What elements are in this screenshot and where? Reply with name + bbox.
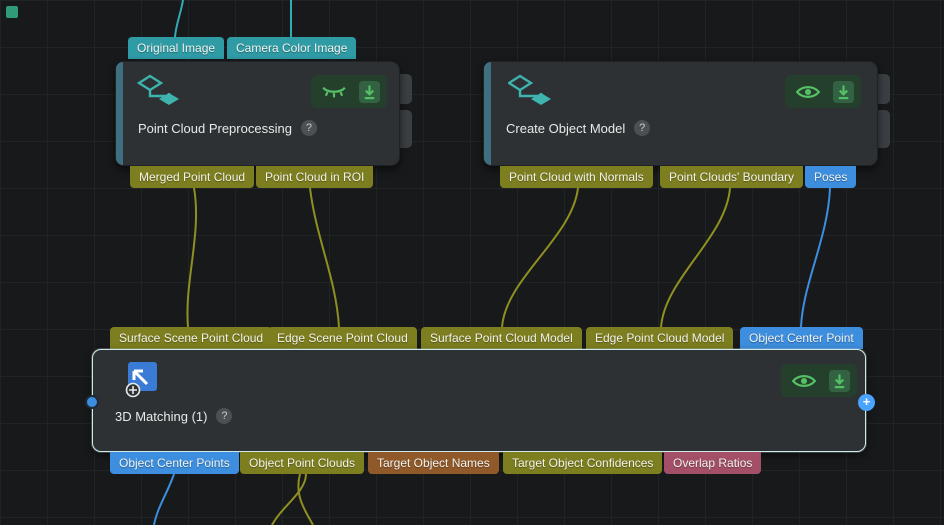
download-arrow-icon[interactable] [833,80,854,103]
3d-matching-icon [121,360,159,405]
wire-poses-to-object-center-point[interactable] [800,187,831,328]
eye-icon[interactable] [788,370,820,392]
node-accent-bar [484,62,491,165]
node-editor-canvas[interactable]: Original Image Camera Color Image Point … [0,0,944,525]
wire-merged-to-surface-scene[interactable] [186,187,198,328]
port-point-clouds-boundary[interactable]: Point Clouds' Boundary [660,166,804,188]
wire-object-point-clouds-out-a[interactable] [297,473,314,525]
node-point-cloud-preprocessing[interactable]: Point Cloud Preprocessing ? [115,61,400,166]
eye-icon[interactable] [792,81,824,103]
wire-to-original-image[interactable] [174,0,184,38]
port-surface-point-cloud-model[interactable]: Surface Point Cloud Model [421,327,582,349]
port-overlap-ratios[interactable]: Overlap Ratios [664,452,762,474]
port-point-cloud-with-normals[interactable]: Point Cloud with Normals [500,166,653,188]
port-object-point-clouds[interactable]: Object Point Clouds [240,452,365,474]
wire-roi-to-edge-scene[interactable] [309,187,340,328]
node-toolbar [311,75,387,108]
question-mark-icon[interactable]: ? [300,120,317,136]
port-object-center-point[interactable]: Object Center Point [740,327,863,349]
node-title: Point Cloud Preprocessing [138,120,292,136]
port-edge-scene-point-cloud[interactable]: Edge Scene Point Cloud [268,327,417,349]
point-cloud-preprocessing-icon [136,72,182,115]
node-stack-tab [877,74,890,104]
add-port-button[interactable]: + [858,394,875,411]
node-toolbar [781,364,857,397]
question-mark-icon[interactable]: ? [216,408,233,424]
node-stack-tab [399,74,412,104]
create-object-model-icon [506,72,554,115]
download-arrow-icon[interactable] [829,369,850,392]
port-point-cloud-in-roi[interactable]: Point Cloud in ROI [256,166,374,188]
node-toolbar [785,75,861,108]
node-title: Create Object Model [506,120,626,136]
port-surface-scene-point-cloud[interactable]: Surface Scene Point Cloud [110,327,273,349]
node-create-object-model[interactable]: Create Object Model ? [483,61,878,166]
port-target-object-names[interactable]: Target Object Names [368,452,499,474]
port-merged-point-cloud[interactable]: Merged Point Cloud [130,166,255,188]
eye-off-icon[interactable] [318,81,350,103]
node-stack-tab [399,110,412,148]
port-poses[interactable]: Poses [805,166,857,188]
node-left-port[interactable] [85,395,99,409]
wire-object-center-points-out[interactable] [153,473,175,525]
question-mark-icon[interactable]: ? [634,120,651,136]
port-target-object-confidences[interactable]: Target Object Confidences [503,452,663,474]
node-accent-bar [116,62,123,165]
port-object-center-points[interactable]: Object Center Points [110,452,239,474]
node-title: 3D Matching (1) [115,408,208,424]
port-camera-color-image[interactable]: Camera Color Image [227,37,357,59]
port-edge-point-cloud-model[interactable]: Edge Point Cloud Model [586,327,734,349]
wire-boundary-to-edge-model[interactable] [660,187,731,328]
download-arrow-icon[interactable] [359,80,380,103]
node-stack-tab [877,110,890,148]
node-3d-matching[interactable]: 3D Matching (1) ? + [85,349,875,452]
port-original-image[interactable]: Original Image [128,37,225,59]
wire-normals-to-surface-model[interactable] [501,187,579,328]
mini-node-marker [6,6,18,18]
